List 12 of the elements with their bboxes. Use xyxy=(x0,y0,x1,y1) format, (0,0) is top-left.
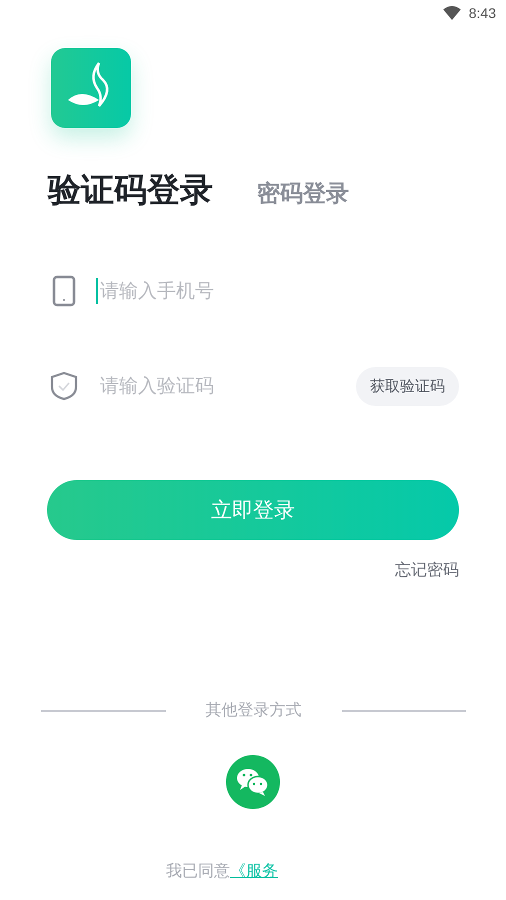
phone-icon xyxy=(50,275,78,307)
status-time: 8:43 xyxy=(468,5,496,21)
agreement-text: 我已同意 xyxy=(166,861,230,880)
login-tab[interactable]: 验证码登录 xyxy=(48,168,213,213)
wechat-icon[interactable] xyxy=(226,755,280,809)
forgot-password-link[interactable]: 忘记密码 xyxy=(395,560,459,581)
shield-icon xyxy=(50,371,78,401)
app-logo-icon xyxy=(51,48,131,128)
other-login-label: 其他登录方式 xyxy=(204,700,302,721)
login-tab[interactable]: 密码登录 xyxy=(257,178,349,209)
get-code-button[interactable]: 获取验证码 xyxy=(356,366,459,406)
wifi-icon xyxy=(442,6,461,20)
